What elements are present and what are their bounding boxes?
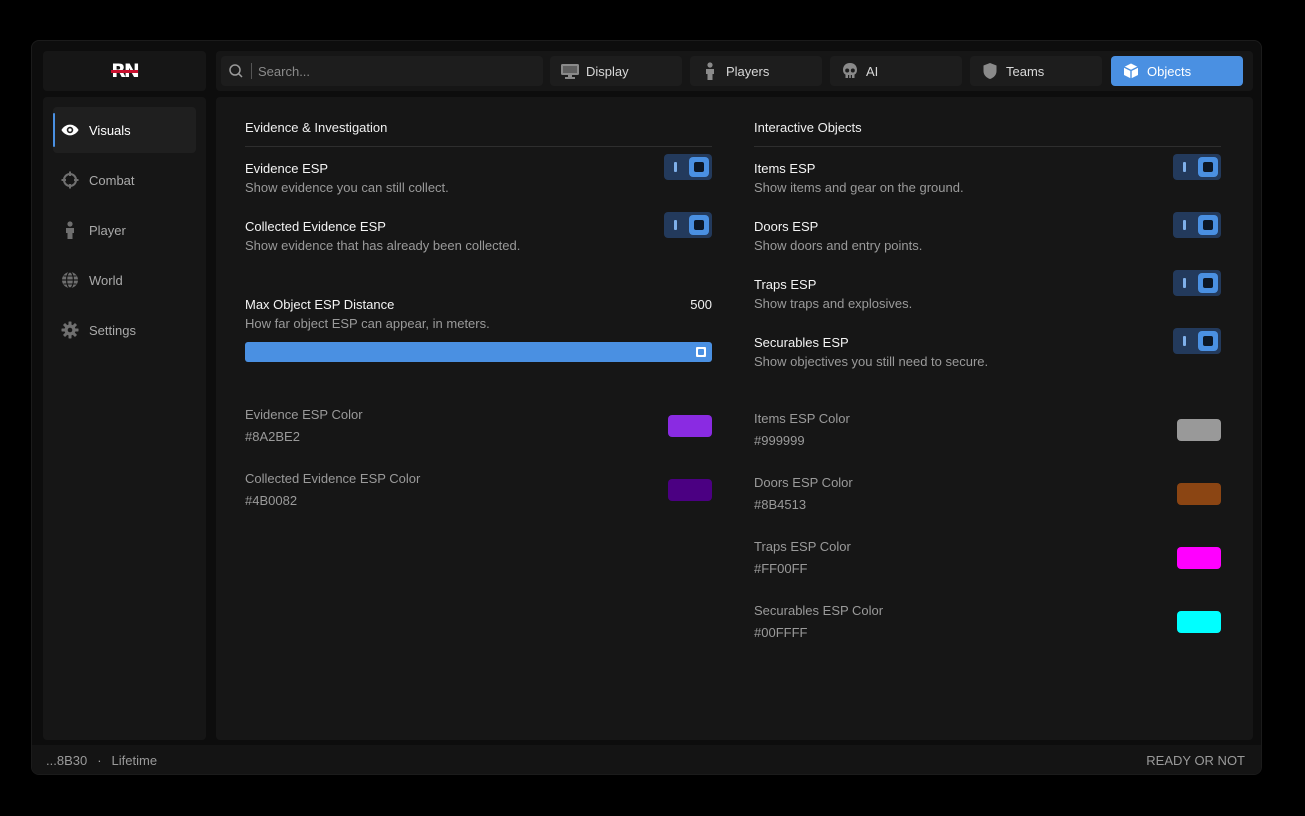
- max-distance-slider[interactable]: [245, 342, 712, 362]
- logo: RN: [43, 51, 206, 91]
- logo-mark: RN: [111, 60, 140, 82]
- divider: [754, 146, 1221, 147]
- items-color-swatch[interactable]: [1177, 419, 1221, 441]
- doors-color-swatch[interactable]: [1177, 483, 1221, 505]
- user-id: ...8B30: [46, 753, 88, 768]
- option-description: Show evidence you can still collect.: [245, 180, 449, 195]
- sidebar-item-player[interactable]: Player: [53, 207, 196, 253]
- sidebar-item-combat[interactable]: Combat: [53, 157, 196, 203]
- color-hex: #8A2BE2: [245, 429, 300, 444]
- sidebar-item-world[interactable]: World: [53, 257, 196, 303]
- person-icon: [700, 61, 720, 81]
- tab-label: Players: [726, 63, 770, 79]
- section-title-evidence: Evidence & Investigation: [245, 120, 388, 135]
- collected-evidence-color-swatch[interactable]: [668, 479, 712, 501]
- shield-icon: [980, 61, 1000, 81]
- game-name: READY OR NOT: [1146, 753, 1245, 768]
- option-title: Evidence ESP: [245, 161, 329, 176]
- tab-players[interactable]: Players: [690, 56, 822, 86]
- tab-teams[interactable]: Teams: [970, 56, 1102, 86]
- sidebar-item-label: Combat: [89, 172, 135, 188]
- top-bar: Display Players AI Teams Objects: [216, 51, 1253, 91]
- traps-color-swatch[interactable]: [1177, 547, 1221, 569]
- tab-display[interactable]: Display: [550, 56, 682, 86]
- color-hex: #FF00FF: [754, 561, 808, 576]
- color-hex: #4B0082: [245, 493, 298, 508]
- separator: ·: [97, 753, 102, 768]
- tab-label: Teams: [1006, 63, 1045, 79]
- color-hex: #00FFFF: [754, 625, 808, 640]
- search-input[interactable]: [251, 63, 521, 79]
- option-description: Show items and gear on the ground.: [754, 180, 964, 195]
- option-description: Show doors and entry points.: [754, 238, 923, 253]
- slider-description: How far object ESP can appear, in meters…: [245, 316, 490, 331]
- color-hex: #999999: [754, 433, 805, 448]
- section-title-interactive: Interactive Objects: [754, 120, 862, 135]
- color-label: Securables ESP Color: [754, 603, 884, 618]
- tab-label: AI: [866, 63, 879, 79]
- color-label: Items ESP Color: [754, 411, 850, 426]
- slider-title: Max Object ESP Distance: [245, 297, 395, 312]
- collected-evidence-esp-toggle[interactable]: [664, 212, 712, 238]
- color-label: Evidence ESP Color: [245, 407, 363, 422]
- tab-objects[interactable]: Objects: [1111, 56, 1243, 86]
- app-window: RN Display Players AI: [31, 40, 1262, 775]
- skull-icon: [840, 61, 860, 81]
- sidebar-item-label: World: [89, 272, 123, 288]
- gear-icon: [61, 321, 79, 339]
- license-type: Lifetime: [111, 753, 158, 768]
- crosshair-icon: [61, 171, 79, 189]
- slider-value: 500: [690, 297, 712, 312]
- tab-ai[interactable]: AI: [830, 56, 962, 86]
- person-icon: [61, 221, 79, 239]
- traps-esp-toggle[interactable]: [1173, 270, 1221, 296]
- sidebar-item-visuals[interactable]: Visuals: [53, 107, 196, 153]
- color-hex: #8B4513: [754, 497, 807, 512]
- evidence-color-swatch[interactable]: [668, 415, 712, 437]
- option-description: Show traps and explosives.: [754, 296, 913, 311]
- option-title: Items ESP: [754, 161, 816, 176]
- securables-color-swatch[interactable]: [1177, 611, 1221, 633]
- main-panel: Evidence & Investigation Evidence ESP Sh…: [216, 97, 1253, 740]
- globe-icon: [61, 271, 79, 289]
- eye-icon: [61, 121, 79, 139]
- search-box: [221, 56, 543, 86]
- search-icon: [221, 63, 251, 79]
- sidebar-item-label: Player: [89, 222, 126, 238]
- divider: [245, 146, 712, 147]
- securables-esp-toggle[interactable]: [1173, 328, 1221, 354]
- sidebar-item-label: Visuals: [89, 122, 131, 138]
- slider-thumb[interactable]: [694, 345, 708, 359]
- color-label: Doors ESP Color: [754, 475, 853, 490]
- evidence-esp-toggle[interactable]: [664, 154, 712, 180]
- cube-icon: [1121, 61, 1141, 81]
- option-title: Doors ESP: [754, 219, 819, 234]
- option-title: Collected Evidence ESP: [245, 219, 386, 234]
- sidebar-item-label: Settings: [89, 322, 136, 338]
- option-title: Securables ESP: [754, 335, 849, 350]
- option-title: Traps ESP: [754, 277, 817, 292]
- color-label: Traps ESP Color: [754, 539, 851, 554]
- option-description: Show evidence that has already been coll…: [245, 238, 521, 253]
- color-label: Collected Evidence ESP Color: [245, 471, 421, 486]
- monitor-icon: [560, 61, 580, 81]
- sidebar: Visuals Combat Player World Settings: [43, 97, 206, 740]
- doors-esp-toggle[interactable]: [1173, 212, 1221, 238]
- tab-label: Display: [586, 63, 629, 79]
- status-bar: ...8B30 · Lifetime READY OR NOT: [32, 745, 1261, 774]
- sidebar-item-settings[interactable]: Settings: [53, 307, 196, 353]
- option-description: Show objectives you still need to secure…: [754, 354, 989, 369]
- slider-fill: [245, 342, 712, 362]
- items-esp-toggle[interactable]: [1173, 154, 1221, 180]
- tab-label: Objects: [1147, 63, 1192, 79]
